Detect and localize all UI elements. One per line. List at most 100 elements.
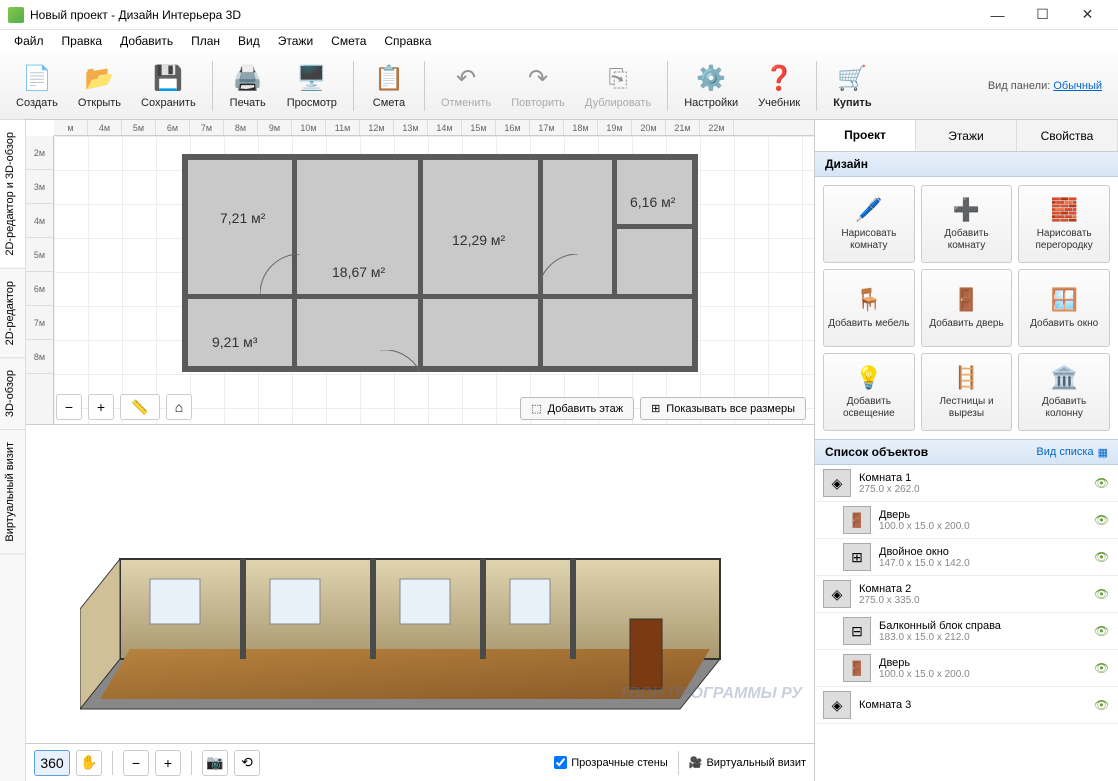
list-item[interactable]: ◈ Комната 3 👁 <box>815 687 1118 724</box>
zoom-controls-2d: − + 📏 ⌂ <box>56 394 192 420</box>
rotate-360-button[interactable]: 360 <box>34 750 70 776</box>
item-name: Балконный блок справа <box>879 620 1086 632</box>
preview-button[interactable]: 🖥️Просмотр <box>277 59 347 113</box>
panel-mode-link[interactable]: Обычный <box>1053 80 1102 92</box>
design-cell[interactable]: 🖊️Нарисовать комнату <box>823 185 915 263</box>
open-button[interactable]: 📂Открыть <box>68 59 131 113</box>
item-name: Дверь <box>879 509 1086 521</box>
view-list-link[interactable]: Вид списка ▦ <box>1036 446 1108 459</box>
add-floor-button[interactable]: ⬚Добавить этаж <box>520 397 634 420</box>
eye-icon[interactable]: 👁 <box>1094 698 1110 712</box>
eye-icon[interactable]: 👁 <box>1094 476 1110 490</box>
list-item[interactable]: ⊟Балконный блок справа183.0 x 15.0 x 212… <box>815 613 1118 650</box>
zoom-out-3d[interactable]: − <box>123 750 149 776</box>
menu-add[interactable]: Добавить <box>112 32 181 50</box>
item-dims: 100.0 x 15.0 x 200.0 <box>879 669 1086 680</box>
menu-estimate[interactable]: Смета <box>323 32 374 50</box>
view-3d[interactable]: ТВОИ ПРОГРАММЫ РУ <box>26 425 814 743</box>
save-button[interactable]: 💾Сохранить <box>131 59 206 113</box>
menu-view[interactable]: Вид <box>230 32 268 50</box>
menu-file[interactable]: Файл <box>6 32 52 50</box>
item-dims: 275.0 x 335.0 <box>859 595 1086 606</box>
eye-icon[interactable]: 👁 <box>1094 661 1110 675</box>
list-item[interactable]: 🚪Дверь100.0 x 15.0 x 200.0👁 <box>815 650 1118 687</box>
menu-edit[interactable]: Правка <box>54 32 111 50</box>
cell-icon: 🪟 <box>1050 286 1078 314</box>
pan-button[interactable]: ✋ <box>76 750 102 776</box>
settings-button[interactable]: ⚙️Настройки <box>674 59 748 113</box>
object-list[interactable]: ◈Комната 1275.0 x 262.0👁🚪Дверь100.0 x 15… <box>815 465 1118 781</box>
eye-icon[interactable]: 👁 <box>1094 513 1110 527</box>
view-2d[interactable]: м4м5м6м7м8м9м10м11м12м13м14м15м16м17м18м… <box>26 120 814 425</box>
list-item[interactable]: ◈Комната 1275.0 x 262.0👁 <box>815 465 1118 502</box>
minimize-button[interactable]: — <box>975 1 1020 29</box>
tab-project[interactable]: Проект <box>815 120 916 151</box>
cell-label: Лестницы и вырезы <box>926 396 1008 420</box>
eye-icon[interactable]: 👁 <box>1094 624 1110 638</box>
design-cell[interactable]: 🧱Нарисовать перегородку <box>1018 185 1110 263</box>
transparent-walls-checkbox[interactable]: Прозрачные стены <box>554 756 667 769</box>
design-cell[interactable]: 🚪Добавить дверь <box>921 269 1013 347</box>
print-button[interactable]: 🖨️Печать <box>219 59 277 113</box>
tab-2d[interactable]: 2D-редактор <box>0 269 25 358</box>
folder-open-icon: 📂 <box>83 63 115 95</box>
reset-view-button[interactable]: ⟲ <box>234 750 260 776</box>
design-cell[interactable]: 💡Добавить освещение <box>823 353 915 431</box>
design-cell[interactable]: ➕Добавить комнату <box>921 185 1013 263</box>
item-thumb: ⊞ <box>843 543 871 571</box>
list-item[interactable]: ◈Комната 2275.0 x 335.0👁 <box>815 576 1118 613</box>
eye-icon[interactable]: 👁 <box>1094 587 1110 601</box>
show-dims-button[interactable]: ⊞Показывать все размеры <box>640 397 806 420</box>
menu-plan[interactable]: План <box>183 32 228 50</box>
tab-3d[interactable]: 3D-обзор <box>0 358 25 430</box>
zoom-out-2d[interactable]: − <box>56 394 82 420</box>
list-item[interactable]: 🚪Дверь100.0 x 15.0 x 200.0👁 <box>815 502 1118 539</box>
eye-icon[interactable]: 👁 <box>1094 550 1110 564</box>
item-name: Дверь <box>879 657 1086 669</box>
camera-button[interactable]: 📷 <box>202 750 228 776</box>
cell-icon: ➕ <box>952 196 980 224</box>
menu-floors[interactable]: Этажи <box>270 32 321 50</box>
render-3d[interactable] <box>80 439 760 729</box>
list-item[interactable]: ⊞Двойное окно147.0 x 15.0 x 142.0👁 <box>815 539 1118 576</box>
floorplan[interactable]: 7,21 м² 18,67 м² 12,29 м² 6,16 м² 9,21 м… <box>182 154 698 372</box>
tab-properties[interactable]: Свойства <box>1017 120 1118 151</box>
measure-button[interactable]: 📏 <box>120 394 160 420</box>
zoom-in-3d[interactable]: + <box>155 750 181 776</box>
item-name: Двойное окно <box>879 546 1086 558</box>
close-button[interactable]: ✕ <box>1065 1 1110 29</box>
cell-icon: 🧱 <box>1050 196 1078 224</box>
tab-2d-3d[interactable]: 2D-редактор и 3D-обзор <box>0 120 25 269</box>
duplicate-button[interactable]: ⎘Дублировать <box>575 59 661 113</box>
virtual-visit-button[interactable]: 🎥 Виртуальный визит <box>689 756 806 769</box>
zoom-in-2d[interactable]: + <box>88 394 114 420</box>
maximize-button[interactable]: ☐ <box>1020 1 1065 29</box>
canvas-2d[interactable]: 7,21 м² 18,67 м² 12,29 м² 6,16 м² 9,21 м… <box>54 136 814 424</box>
item-name: Комната 3 <box>859 699 1086 711</box>
item-thumb: ⊟ <box>843 617 871 645</box>
design-cell[interactable]: 🪜 Лестницы и вырезы <box>921 353 1013 431</box>
buy-button[interactable]: 🛒Купить <box>823 59 881 113</box>
menu-help[interactable]: Справка <box>376 32 439 50</box>
cell-label: Добавить колонну <box>1023 396 1105 420</box>
manual-button[interactable]: ❓Учебник <box>748 59 810 113</box>
create-button[interactable]: 📄Создать <box>6 59 68 113</box>
design-cell[interactable]: 🏛️Добавить колонну <box>1018 353 1110 431</box>
bottom-bar: 360 ✋ − + 📷 ⟲ Прозрачные стены 🎥 Виртуал… <box>26 743 814 781</box>
design-cell[interactable]: 🪑Добавить мебель <box>823 269 915 347</box>
cell-icon: 🪜 <box>952 364 980 392</box>
item-thumb: ◈ <box>823 580 851 608</box>
tab-virtual[interactable]: Виртуальный визит <box>0 430 25 555</box>
undo-button[interactable]: ↶Отменить <box>431 59 501 113</box>
estimate-button[interactable]: 📋Смета <box>360 59 418 113</box>
item-thumb: ◈ <box>823 691 851 719</box>
tab-floors[interactable]: Этажи <box>916 120 1017 151</box>
redo-button[interactable]: ↷Повторить <box>501 59 575 113</box>
home-button[interactable]: ⌂ <box>166 394 192 420</box>
design-cell[interactable]: 🪟Добавить окно <box>1018 269 1110 347</box>
gear-icon: ⚙️ <box>695 63 727 95</box>
item-dims: 275.0 x 262.0 <box>859 484 1086 495</box>
cell-label: Добавить мебель <box>828 318 909 330</box>
help-icon: ❓ <box>763 63 795 95</box>
cell-icon: 🖊️ <box>855 196 883 224</box>
